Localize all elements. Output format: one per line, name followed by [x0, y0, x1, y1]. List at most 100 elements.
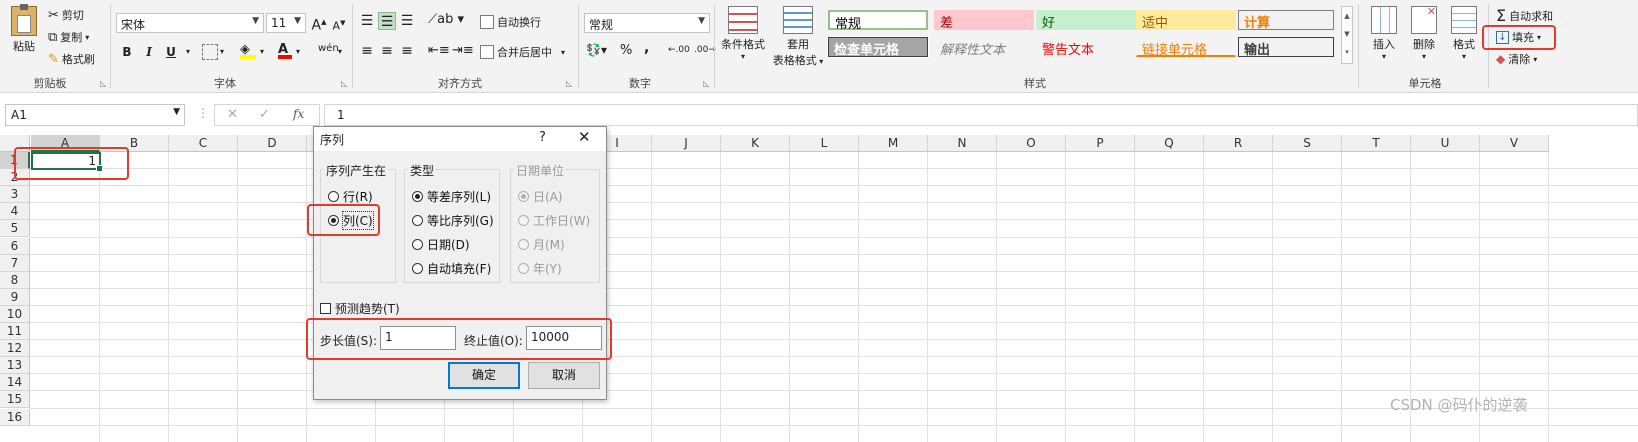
cell-style-item[interactable]: 检查单元格 — [827, 36, 929, 58]
chevron-down-icon[interactable]: ▾ — [220, 47, 224, 56]
cell-style-item[interactable]: 差 — [934, 10, 1034, 31]
align-left-icon[interactable]: ≡ — [358, 43, 376, 59]
currency-icon[interactable]: 💱▾ — [586, 43, 607, 57]
decrease-decimal-button[interactable]: .00→ — [694, 45, 716, 55]
decrease-indent-icon[interactable]: ⇤≡ — [428, 43, 450, 58]
row-header[interactable]: 13 — [0, 357, 30, 375]
trend-checkbox[interactable]: 预测趋势(T) — [320, 300, 400, 317]
clear-button[interactable]: ◆ 清除 ▾ — [1496, 51, 1537, 67]
column-header[interactable]: J — [652, 135, 721, 152]
column-header[interactable]: K — [721, 135, 790, 152]
dialog-launcher-icon[interactable]: ◺ — [341, 79, 347, 88]
radio-option[interactable]: 等差序列(L) — [412, 188, 491, 205]
help-button[interactable]: ? — [539, 130, 546, 145]
column-header[interactable]: D — [238, 135, 307, 152]
autosum-button[interactable]: Σ 自动求和 — [1496, 6, 1553, 25]
column-header[interactable]: M — [859, 135, 928, 152]
chevron-down-icon[interactable]: ▾ — [338, 47, 342, 56]
function-icon[interactable]: fx — [293, 107, 304, 121]
align-top-icon[interactable]: ☰ — [358, 12, 376, 30]
row-header[interactable]: 11 — [0, 323, 30, 340]
row-header[interactable]: 8 — [0, 271, 30, 289]
border-icon[interactable] — [202, 44, 218, 60]
increase-decimal-button[interactable]: ←.00 — [668, 45, 690, 55]
format-painter-button[interactable]: ✎ 格式刷 — [48, 51, 95, 67]
phonetic-icon[interactable]: wén — [318, 43, 339, 54]
row-header[interactable]: 6 — [0, 237, 30, 255]
row-header[interactable]: 16 — [0, 408, 30, 426]
cell-style-item[interactable]: 链接单元格 — [1136, 37, 1236, 58]
column-header[interactable]: P — [1066, 135, 1135, 152]
row-header[interactable]: 10 — [0, 305, 30, 323]
row-header[interactable]: 12 — [0, 340, 30, 358]
cell-style-item[interactable]: 解释性文本 — [934, 37, 1034, 58]
align-bottom-icon[interactable]: ☰ — [398, 12, 416, 30]
shrink-font-button[interactable]: A▼ — [330, 14, 348, 33]
radio-option[interactable]: 行(R) — [328, 188, 373, 205]
wrap-text-button[interactable]: 自动换行 — [480, 14, 541, 30]
bold-button[interactable]: B — [118, 43, 136, 61]
row-header[interactable]: 14 — [0, 374, 30, 392]
column-header[interactable]: C — [169, 135, 238, 152]
dialog-launcher-icon[interactable]: ◺ — [566, 79, 572, 88]
cancel-icon[interactable]: ✕ — [227, 107, 238, 122]
chevron-down-icon[interactable]: ▾ — [186, 47, 190, 56]
orientation-icon[interactable]: ⟋ab ▾ — [428, 12, 464, 27]
formula-input[interactable]: 1 — [324, 104, 1638, 126]
paste-button[interactable]: 粘贴 — [8, 4, 40, 54]
row-header[interactable]: 9 — [0, 288, 30, 306]
chevron-down-icon[interactable]: ▾ — [260, 47, 264, 56]
cell-style-item[interactable]: 计算 — [1238, 10, 1334, 31]
cell-style-item[interactable]: 输出 — [1238, 37, 1334, 58]
row-header[interactable]: 7 — [0, 254, 30, 272]
column-header[interactable]: O — [997, 135, 1066, 152]
column-header[interactable]: V — [1480, 135, 1549, 152]
align-right-icon[interactable]: ≡ — [398, 43, 416, 59]
radio-option[interactable]: 自动填充(F) — [412, 260, 491, 277]
format-cells-button[interactable]: 格式 ▾ — [1444, 6, 1484, 61]
ok-button[interactable]: 确定 — [448, 362, 520, 389]
cell-style-item[interactable]: 好 — [1036, 10, 1136, 31]
column-header[interactable]: T — [1342, 135, 1411, 152]
copy-button[interactable]: ⧉ 复制 ▾ — [48, 29, 89, 45]
align-center-icon[interactable]: ≡ — [378, 43, 396, 59]
column-header[interactable]: R — [1204, 135, 1273, 152]
close-icon[interactable]: ✕ — [578, 128, 591, 146]
radio-option[interactable]: 日期(D) — [412, 236, 470, 253]
underline-button[interactable]: U — [162, 43, 180, 61]
font-name-dropdown[interactable]: 宋体 ▼ — [116, 13, 264, 33]
cut-button[interactable]: ✂ 剪切 — [48, 7, 84, 23]
column-header[interactable]: Q — [1135, 135, 1204, 152]
fill-color-icon[interactable]: ◈ — [240, 42, 256, 59]
cell-style-item[interactable]: 警告文本 — [1036, 37, 1136, 58]
gallery-scrollbar[interactable]: ▲ ▼ ▾ — [1341, 6, 1353, 64]
cell-style-item[interactable]: 常规 — [828, 10, 928, 32]
align-middle-icon[interactable]: ☰ — [378, 12, 396, 30]
insert-cells-button[interactable]: 插入 ▾ — [1364, 6, 1404, 61]
column-header[interactable]: L — [790, 135, 859, 152]
name-box[interactable]: A1 ▼ — [5, 104, 185, 126]
delete-cells-button[interactable]: ✕ 删除 ▾ — [1404, 5, 1444, 61]
merge-center-button[interactable]: 合并后居中 ▾ — [480, 44, 565, 60]
dialog-launcher-icon[interactable]: ◺ — [703, 79, 709, 88]
italic-button[interactable]: I — [140, 43, 158, 61]
number-format-dropdown[interactable]: 常规 ▼ — [584, 13, 710, 33]
font-color-icon[interactable]: A — [278, 42, 292, 59]
conditional-format-button[interactable]: 条件格式 ▾ — [718, 6, 768, 61]
increase-indent-icon[interactable]: ⇥≡ — [452, 43, 474, 58]
grow-font-button[interactable]: A▲ — [310, 13, 328, 34]
dialog-launcher-icon[interactable]: ◺ — [100, 79, 106, 88]
column-header[interactable]: S — [1273, 135, 1342, 152]
row-header[interactable]: 3 — [0, 186, 30, 204]
radio-option[interactable]: 等比序列(G) — [412, 212, 494, 229]
column-header[interactable]: U — [1411, 135, 1480, 152]
comma-button[interactable]: , — [644, 40, 649, 56]
row-header[interactable]: 15 — [0, 391, 30, 409]
column-header[interactable]: N — [928, 135, 997, 152]
percent-button[interactable]: % — [620, 43, 632, 58]
cancel-button[interactable]: 取消 — [528, 362, 600, 389]
font-size-dropdown[interactable]: 11 ▼ — [266, 13, 306, 33]
format-as-table-button[interactable]: 套用 表格格式 ▾ — [770, 6, 826, 68]
row-header[interactable]: 5 — [0, 220, 30, 238]
check-icon[interactable]: ✓ — [259, 107, 270, 122]
